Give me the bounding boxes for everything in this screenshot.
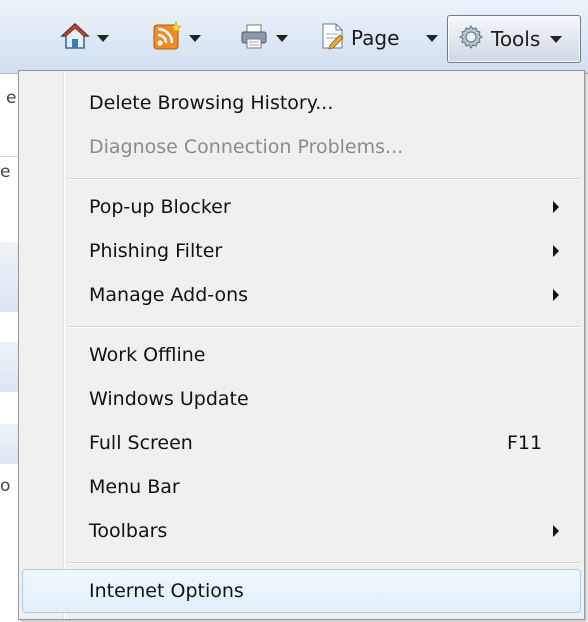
menu-item-phishing-filter[interactable]: Phishing Filter [22,229,581,273]
menu-item-label: Menu Bar [89,476,180,498]
submenu-arrow-icon [553,525,559,537]
menu-item-label: Phishing Filter [89,240,223,262]
menu-item-label: Internet Options [89,580,244,602]
page-divider [0,156,18,157]
menu-item-windows-update[interactable]: Windows Update [22,377,581,421]
tools-dropdown-arrow [550,35,563,43]
feeds-dropdown-arrow[interactable] [187,35,203,45]
printer-icon [239,21,269,55]
menu-item-diagnose-connection-problems: Diagnose Connection Problems... [22,125,581,169]
menu-item-shortcut: F11 [507,432,543,454]
page-button[interactable]: Page [321,15,399,61]
home-icon [59,21,91,55]
menu-item-work-offline[interactable]: Work Offline [22,333,581,377]
page-panel-block [0,424,18,464]
page-dropdown-arrow[interactable] [424,35,440,45]
page-text-fragment: e [0,162,11,182]
print-button[interactable] [239,15,269,61]
page-panel-block [0,242,18,312]
command-bar: Page Tools [0,0,588,74]
page-text-fragment: e [6,88,17,108]
menu-item-label: Toolbars [89,520,168,542]
menu-item-label: Work Offline [89,344,206,366]
feeds-button[interactable] [152,15,182,61]
home-button[interactable] [59,15,91,61]
menu-item-menu-bar[interactable]: Menu Bar [22,465,581,509]
menu-item-manage-add-ons[interactable]: Manage Add-ons [22,273,581,317]
menu-item-popup-blocker[interactable]: Pop-up Blocker [22,185,581,229]
submenu-arrow-icon [553,201,559,213]
tools-label: Tools [491,27,541,51]
menu-item-label: Delete Browsing History... [89,92,334,114]
submenu-arrow-icon [553,245,559,257]
page-text-fragment: o [0,476,11,496]
menu-separator [67,562,581,564]
tools-menu: Delete Browsing History... Diagnose Conn… [18,70,585,620]
home-dropdown-arrow[interactable] [95,35,111,45]
menu-item-label: Diagnose Connection Problems... [89,136,404,158]
menu-item-delete-browsing-history[interactable]: Delete Browsing History... [22,81,581,125]
page-panel-block [0,342,18,392]
menu-item-label: Full Screen [89,432,193,454]
menu-separator [67,326,581,328]
tools-button[interactable]: Tools [447,15,581,63]
submenu-arrow-icon [553,289,559,301]
print-dropdown-arrow[interactable] [274,35,290,45]
page-icon [321,22,345,54]
menu-item-label: Pop-up Blocker [89,196,231,218]
menu-separator [67,178,581,180]
menu-item-label: Manage Add-ons [89,284,249,306]
page-background-strip: e e o [0,74,18,622]
menu-item-full-screen[interactable]: Full Screen F11 [22,421,581,465]
menu-item-internet-options[interactable]: Internet Options [22,569,581,613]
menu-item-toolbars[interactable]: Toolbars [22,509,581,553]
rss-feeds-icon [152,21,182,55]
gear-icon [457,23,485,55]
menu-item-label: Windows Update [89,388,249,410]
browser-window: Page Tools e e o Delete Browsing History… [0,0,588,622]
page-label: Page [351,26,400,50]
